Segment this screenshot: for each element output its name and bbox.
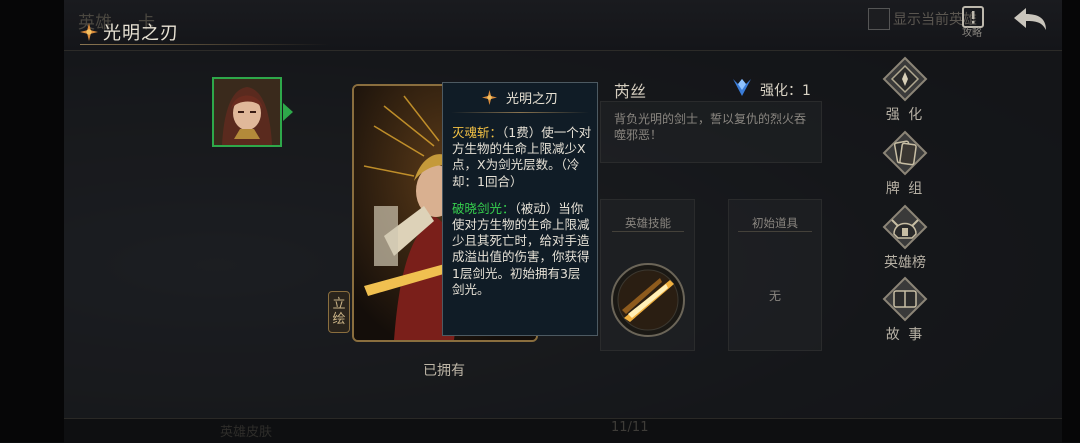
menu-enhance-label: 强 化 — [885, 107, 925, 123]
hero-description: 背负光明的剑士，誓以复仇的烈火吞噬邪恶！ — [614, 112, 807, 142]
page-indicator: 11/11 — [611, 420, 649, 435]
back-arrow-icon[interactable] — [1012, 6, 1048, 32]
bottom-bar — [64, 418, 1062, 443]
selected-arrow — [283, 103, 293, 121]
ranking-helmet-icon — [882, 204, 928, 250]
menu-deck[interactable]: 牌 组 — [875, 130, 935, 198]
illustration-tab[interactable]: 立 绘 — [328, 291, 350, 333]
menu-ranking[interactable]: 英雄榜 — [875, 204, 935, 272]
show-current-checkbox[interactable] — [868, 8, 890, 30]
bottom-ghost-label: 英雄皮肤 — [220, 425, 273, 440]
guide-label[interactable]: 攻略 — [962, 24, 982, 39]
starting-item-empty: 无 — [768, 289, 781, 303]
left-edge — [0, 0, 64, 442]
starting-item-header: 初始道具 — [752, 216, 798, 230]
hero-skill-header: 英雄技能 — [625, 216, 671, 230]
tooltip-body: 灭魂斩：（1费）使一个对方生物的生命上限减少X点，X为剑光层数。（冷却：1回合）… — [452, 125, 592, 298]
deck-icon — [882, 130, 928, 176]
hero-name: 芮丝 — [614, 82, 647, 101]
tooltip-header: 光明之刃 — [443, 83, 597, 111]
title-underline — [80, 44, 330, 45]
page-title: 光明之刃 — [80, 19, 179, 45]
hero-portrait-icon — [214, 79, 280, 145]
skill2-name: 破晓剑光： — [452, 200, 515, 216]
story-book-icon — [882, 276, 928, 322]
menu-story-label: 故 事 — [885, 327, 925, 343]
enhance-gem-icon — [733, 79, 751, 96]
illustration-tab-char-1: 立 — [332, 297, 346, 312]
compass-icon — [80, 23, 98, 41]
compass-icon — [481, 89, 497, 105]
hero-skill-divider — [612, 231, 684, 232]
menu-deck-label: 牌 组 — [885, 181, 925, 197]
enhance-level: 强化：1 — [760, 83, 811, 99]
enhance-icon — [882, 56, 928, 102]
right-edge — [1062, 0, 1080, 442]
page-title-text: 光明之刃 — [103, 23, 179, 44]
tooltip-title: 光明之刃 — [505, 91, 558, 107]
tooltip-divider — [451, 112, 589, 113]
hero-avatar[interactable] — [212, 77, 282, 147]
menu-enhance[interactable]: 强 化 — [875, 56, 935, 124]
starting-item-divider — [738, 231, 812, 232]
skill-slash-icon[interactable] — [610, 262, 686, 338]
skill1-name: 灭魂斩： — [452, 125, 503, 140]
menu-ranking-label: 英雄榜 — [884, 255, 926, 271]
illustration-tab-char-2: 绘 — [332, 312, 346, 327]
owned-status: 已拥有 — [423, 363, 465, 379]
skill-tooltip: 光明之刃 灭魂斩：（1费）使一个对方生物的生命上限减少X点，X为剑光层数。（冷却… — [442, 82, 598, 336]
menu-story[interactable]: 故 事 — [875, 276, 935, 344]
